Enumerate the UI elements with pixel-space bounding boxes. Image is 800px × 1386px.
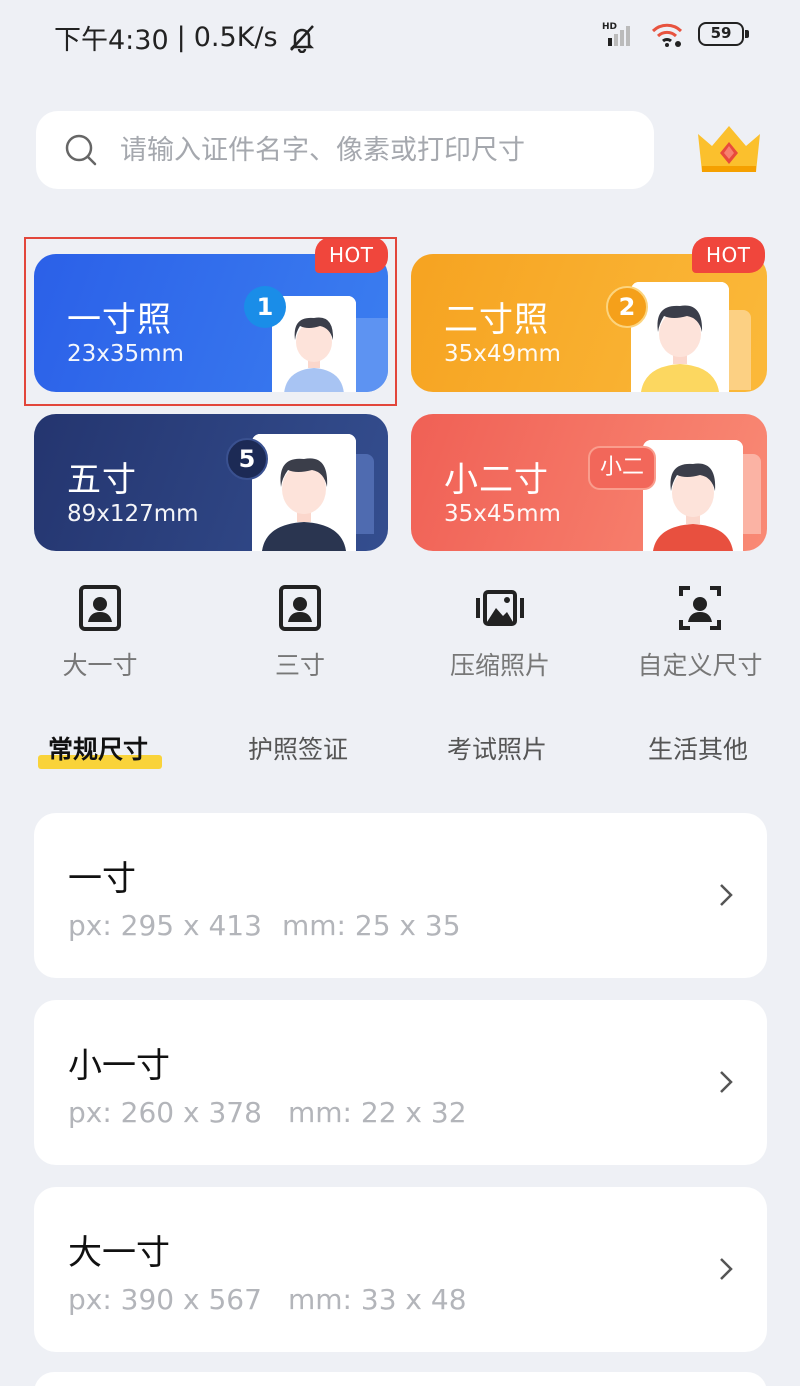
quick-action-custom-size[interactable]: 自定义尺寸: [600, 584, 800, 682]
tab-passport-visa[interactable]: 护照签证: [248, 730, 348, 766]
search-icon: [65, 134, 97, 166]
pixel-size: px: 295 x 413: [68, 909, 262, 942]
status-bar: 下午4:30 | 0.5K/s HD 59: [0, 0, 800, 72]
search-input[interactable]: [120, 134, 600, 166]
quick-action-three-inch[interactable]: 三寸: [200, 584, 400, 682]
vip-crown-icon[interactable]: [694, 122, 764, 178]
list-item[interactable]: 小一寸 px: 260 x 378 mm: 22 x 32: [34, 1000, 767, 1165]
portrait-icon: [252, 434, 356, 551]
card-small-two-inch[interactable]: 小二寸 35x45mm 小二: [411, 414, 767, 551]
chevron-right-icon: [720, 884, 733, 906]
mm-size: mm: 25 x 35: [282, 909, 461, 942]
pixel-size: px: 260 x 378: [68, 1096, 262, 1129]
custom-size-icon: [679, 586, 721, 630]
status-divider: |: [176, 22, 186, 53]
card-title: 五寸: [67, 460, 137, 500]
card-title: 小二寸: [444, 460, 549, 500]
size-name: 小一寸: [68, 1046, 170, 1086]
size-name: 大一寸: [68, 1233, 170, 1273]
hot-badge: HOT: [692, 237, 765, 273]
image-compress-icon: [476, 590, 524, 626]
quick-action-large-one-inch[interactable]: 大一寸: [0, 584, 200, 682]
status-right: HD 59: [602, 20, 749, 48]
status-left: 下午4:30 | 0.5K/s: [54, 18, 318, 57]
cell-signal-icon: HD: [602, 22, 630, 46]
quick-action-label: 自定义尺寸: [637, 651, 763, 680]
id-photo-icon: [279, 585, 321, 631]
tab-exam-photo[interactable]: 考试照片: [447, 730, 547, 766]
quick-action-label: 大一寸: [62, 651, 138, 680]
list-item-partial[interactable]: [34, 1372, 767, 1386]
quick-action-compress-photo[interactable]: 压缩照片: [400, 584, 600, 682]
list-item[interactable]: 一寸 px: 295 x 413 mm: 25 x 35: [34, 813, 767, 978]
network-speed: 0.5K/s: [193, 22, 278, 53]
card-size: 89x127mm: [67, 501, 199, 527]
chevron-right-icon: [720, 1071, 733, 1093]
svg-text:HD: HD: [602, 22, 617, 32]
mm-size: mm: 22 x 32: [288, 1096, 467, 1129]
card-size: 35x45mm: [444, 501, 561, 527]
quick-action-label: 三寸: [274, 651, 325, 680]
list-item[interactable]: 大一寸 px: 390 x 567 mm: 33 x 48: [34, 1187, 767, 1352]
selection-highlight: [24, 237, 397, 406]
status-time: 下午4:30: [54, 25, 169, 56]
chevron-right-icon: [720, 1258, 733, 1280]
card-badge: 5: [226, 438, 268, 480]
id-photo-icon: [79, 585, 121, 631]
tab-life-other[interactable]: 生活其他: [648, 730, 748, 766]
portrait-icon: [643, 440, 743, 551]
search-bar[interactable]: [36, 111, 654, 189]
card-size: 35x49mm: [444, 341, 561, 367]
pixel-size: px: 390 x 567: [68, 1283, 262, 1316]
wifi-icon: [651, 23, 683, 47]
mute-bell-icon: [289, 24, 314, 53]
card-badge: 小二: [588, 446, 657, 490]
mm-size: mm: 33 x 48: [288, 1283, 467, 1316]
battery-indicator: 59: [698, 22, 749, 46]
card-two-inch[interactable]: 二寸照 35x49mm 2: [411, 254, 767, 392]
card-badge: 2: [606, 286, 648, 328]
card-title: 二寸照: [444, 300, 549, 340]
tab-regular-size[interactable]: 常规尺寸: [48, 730, 148, 766]
card-five-inch[interactable]: 五寸 89x127mm 5: [34, 414, 388, 551]
size-name: 一寸: [68, 859, 136, 899]
quick-action-label: 压缩照片: [449, 651, 550, 680]
